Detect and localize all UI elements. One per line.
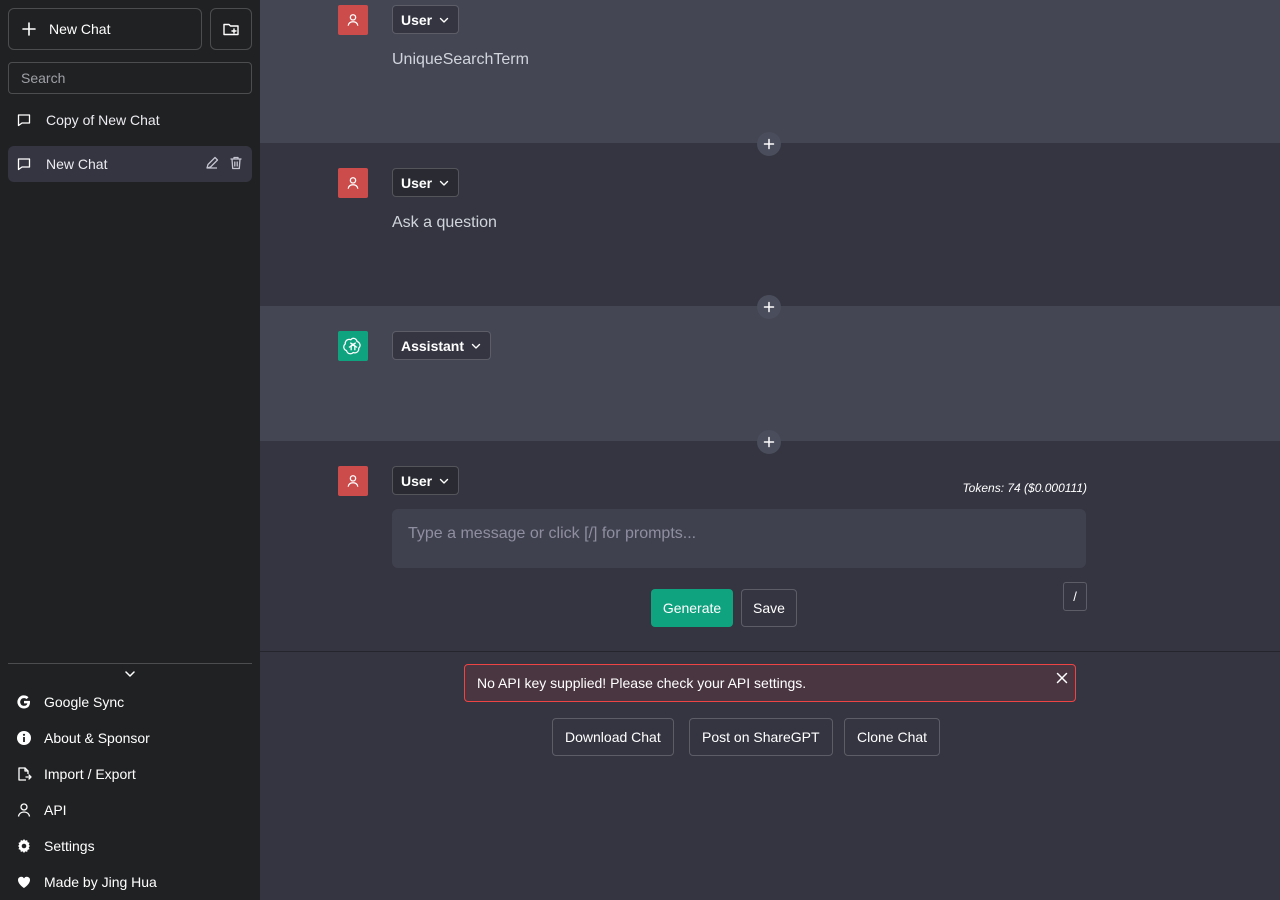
download-chat-button[interactable]: Download Chat — [552, 718, 674, 756]
chat-title: New Chat — [46, 156, 108, 172]
chat-title: Copy of New Chat — [46, 112, 160, 128]
save-button[interactable]: Save — [741, 589, 797, 627]
menu-import-export[interactable]: Import / Export — [8, 756, 252, 792]
chevron-down-icon[interactable] — [122, 666, 138, 682]
chat-main: User UniqueSearchTerm User Ask a questio… — [260, 0, 1280, 900]
chat-item-active[interactable]: New Chat — [8, 146, 252, 182]
assistant-avatar — [338, 331, 368, 361]
info-icon — [17, 731, 31, 745]
new-chat-label: New Chat — [49, 21, 111, 37]
role-label: Assistant — [401, 337, 465, 354]
role-select[interactable]: User — [392, 5, 460, 34]
divider — [260, 651, 1280, 652]
search-input[interactable] — [8, 62, 252, 94]
chat-bubble-icon — [17, 114, 31, 127]
gear-icon — [18, 839, 30, 853]
insert-message-button[interactable] — [757, 132, 781, 156]
person-icon — [347, 177, 359, 189]
chevron-down-icon — [471, 343, 481, 349]
chat-bubble-icon — [17, 158, 31, 171]
post-sharegpt-button[interactable]: Post on ShareGPT — [689, 718, 833, 756]
menu-google-sync[interactable]: Google Sync — [8, 684, 252, 720]
chevron-down-icon — [439, 478, 449, 484]
new-folder-button[interactable] — [210, 8, 252, 50]
chevron-down-icon — [439, 17, 449, 23]
file-export-icon — [18, 767, 32, 781]
user-avatar — [338, 168, 368, 198]
person-icon — [17, 803, 31, 817]
heart-icon — [17, 876, 31, 888]
role-select[interactable]: User — [392, 466, 460, 495]
error-banner: No API key supplied! Please check your A… — [464, 664, 1076, 702]
role-label: User — [401, 472, 433, 489]
plus-icon — [763, 436, 775, 448]
role-select[interactable]: Assistant — [392, 331, 492, 360]
new-chat-button[interactable]: New Chat — [8, 8, 202, 50]
plus-icon — [763, 138, 775, 150]
menu-label: API — [44, 802, 67, 818]
menu-label: Made by Jing Hua — [44, 874, 157, 890]
role-label: User — [401, 11, 433, 28]
message-input[interactable] — [392, 509, 1086, 568]
message-content[interactable]: UniqueSearchTerm — [392, 51, 529, 69]
google-icon — [17, 695, 30, 709]
user-avatar — [338, 5, 368, 35]
menu-about-sponsor[interactable]: About & Sponsor — [8, 720, 252, 756]
message-row: Assistant — [260, 306, 1280, 441]
plus-icon — [763, 301, 775, 313]
clone-chat-button[interactable]: Clone Chat — [844, 718, 941, 756]
menu-made-by[interactable]: Made by Jing Hua — [8, 864, 252, 900]
chat-item[interactable]: Copy of New Chat — [8, 102, 252, 138]
plus-icon — [22, 22, 36, 36]
menu-label: Google Sync — [44, 694, 125, 710]
chevron-down-icon — [439, 180, 449, 186]
sidebar-divider — [8, 663, 252, 664]
menu-label: Settings — [44, 838, 95, 854]
folder-plus-icon — [223, 23, 239, 36]
chat-actions — [204, 155, 244, 171]
openai-logo-icon — [343, 337, 361, 355]
message-row: User Ask a question — [260, 143, 1280, 306]
menu-label: Import / Export — [44, 766, 136, 782]
sidebar: New Chat Copy of New Chat New Chat Googl… — [0, 0, 260, 900]
user-avatar — [338, 466, 368, 496]
prompt-slash-button[interactable]: / — [1063, 582, 1087, 611]
menu-settings[interactable]: Settings — [8, 828, 252, 864]
menu-api[interactable]: API — [8, 792, 252, 828]
person-icon — [347, 14, 359, 26]
token-count: Tokens: 74 ($0.000111) — [962, 481, 1087, 495]
person-icon — [347, 475, 359, 487]
message-content[interactable]: Ask a question — [392, 214, 497, 232]
trash-icon[interactable] — [228, 155, 244, 171]
edit-icon[interactable] — [204, 155, 220, 171]
role-label: User — [401, 174, 433, 191]
message-row: User UniqueSearchTerm — [260, 0, 1280, 143]
generate-button[interactable]: Generate — [651, 589, 733, 627]
insert-message-button[interactable] — [757, 295, 781, 319]
close-icon[interactable] — [1055, 671, 1069, 685]
error-message: No API key supplied! Please check your A… — [477, 675, 807, 691]
menu-label: About & Sponsor — [44, 730, 150, 746]
insert-message-button[interactable] — [757, 430, 781, 454]
role-select[interactable]: User — [392, 168, 460, 197]
